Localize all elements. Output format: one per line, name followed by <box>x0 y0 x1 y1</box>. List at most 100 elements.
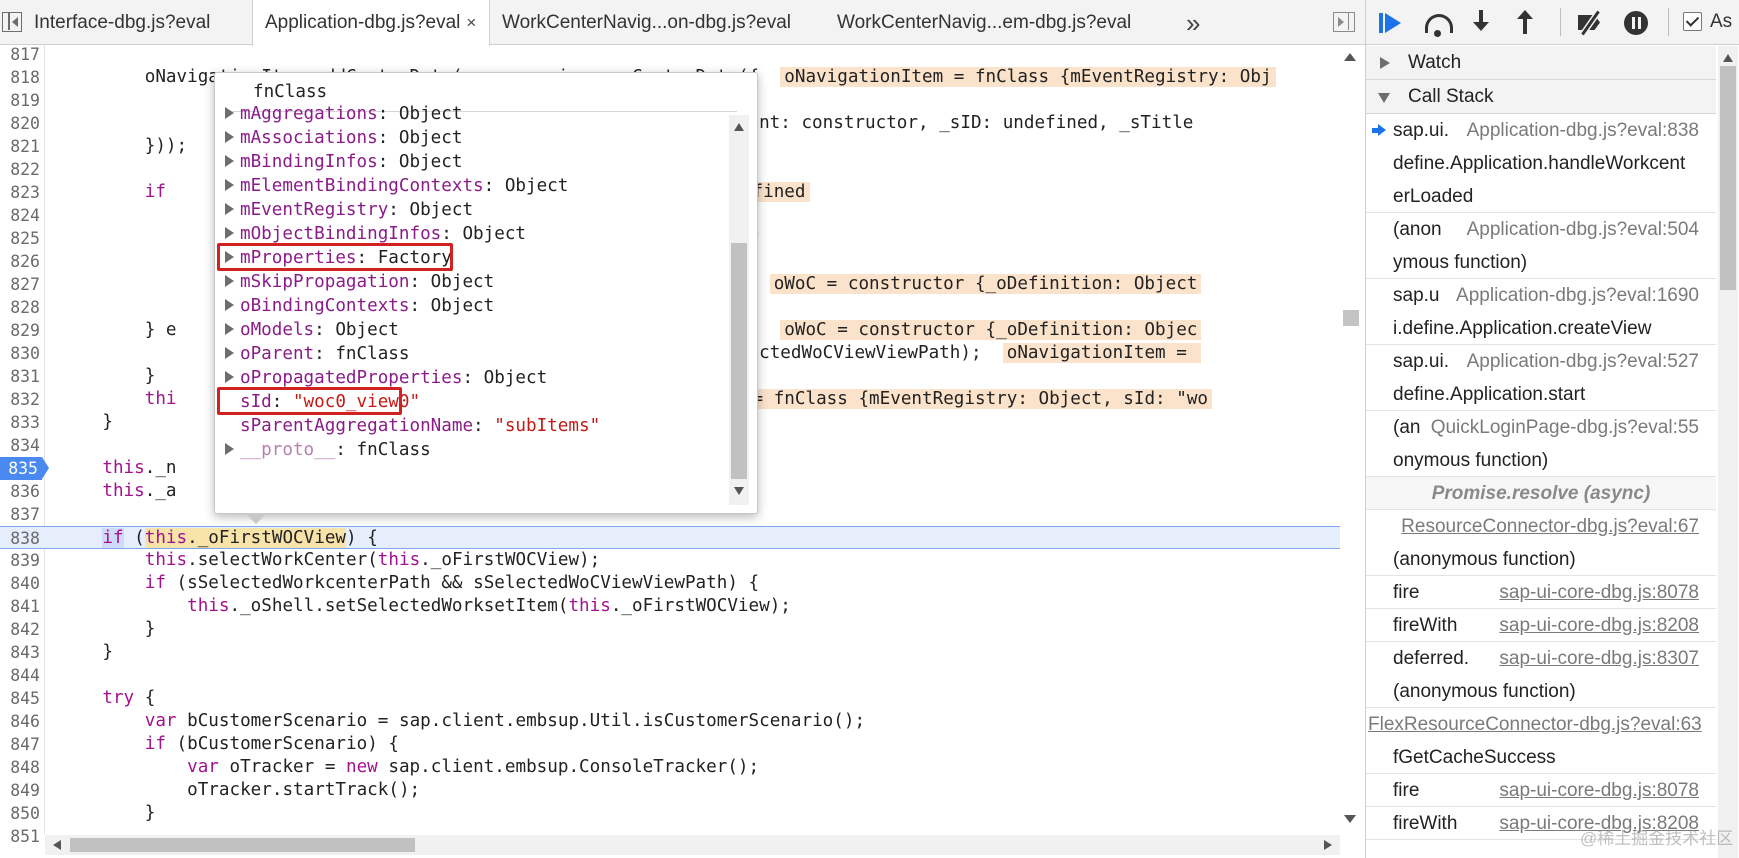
property-row-mElementBindingContexts[interactable]: mElementBindingContexts: Object <box>225 173 568 199</box>
scroll-right-arrow-icon[interactable] <box>1324 840 1332 850</box>
expand-triangle-icon[interactable] <box>225 203 234 215</box>
tab-2[interactable]: Application-dbg.js?eval × <box>252 0 490 46</box>
frame-location-link[interactable]: sap-ui-core-dbg.js:8078 <box>1499 576 1699 609</box>
scroll-down-arrow-icon[interactable] <box>1344 815 1356 823</box>
property-row-mSkipPropagation[interactable]: mSkipPropagation: Object <box>225 269 494 295</box>
line-number[interactable]: 844 <box>0 664 40 687</box>
line-number[interactable]: 823 <box>0 181 40 204</box>
scroll-thumb[interactable] <box>1343 310 1359 326</box>
line-number[interactable]: 830 <box>0 342 40 365</box>
line-number[interactable]: 838 <box>0 527 40 550</box>
line-number[interactable]: 845 <box>0 687 40 710</box>
line-number[interactable]: 840 <box>0 572 40 595</box>
line-number[interactable]: 828 <box>0 296 40 319</box>
tab-1[interactable]: Interface-dbg.js?eval <box>22 0 252 45</box>
line-number[interactable]: 829 <box>0 319 40 342</box>
line-number[interactable]: 819 <box>0 89 40 112</box>
close-icon[interactable]: × <box>466 0 476 46</box>
sidebar-scrollbar[interactable] <box>1718 46 1738 858</box>
tab-4[interactable]: WorkCenterNavig...em-dbg.js?eval <box>825 0 1145 45</box>
frame-location-link[interactable]: ResourceConnector-dbg.js?eval:67 <box>1401 510 1699 543</box>
call-frame[interactable]: sap.u Application-dbg.js?eval:1690 i.defin… <box>1366 279 1716 345</box>
call-frame[interactable]: (an QuickLoginPage-dbg.js?eval:55 onymous … <box>1366 411 1716 477</box>
frame-location-link[interactable]: Application-dbg.js?eval:527 <box>1467 345 1699 378</box>
call-frame[interactable]: sap.ui. Application-dbg.js?eval:838 define… <box>1366 114 1716 213</box>
watch-section-header[interactable]: Watch <box>1366 46 1716 80</box>
async-checkbox[interactable] <box>1683 12 1702 31</box>
line-number[interactable]: 837 <box>0 503 40 526</box>
scroll-thumb[interactable] <box>70 838 415 852</box>
expand-triangle-icon[interactable] <box>225 107 234 119</box>
line-number[interactable]: 825 <box>0 227 40 250</box>
call-frame[interactable]: (anon Application-dbg.js?eval:504 ymous fu… <box>1366 213 1716 279</box>
deactivate-breakpoints-icon[interactable] <box>1574 6 1608 40</box>
line-number[interactable]: 833 <box>0 411 40 434</box>
resume-icon[interactable] <box>1376 6 1410 40</box>
line-number[interactable]: 851 <box>0 825 40 848</box>
toggle-debugger-icon[interactable] <box>1333 12 1355 32</box>
scroll-thumb[interactable] <box>1720 66 1736 290</box>
line-number[interactable]: 847 <box>0 733 40 756</box>
property-row-mAggregations[interactable]: mAggregations: Object <box>225 101 462 127</box>
line-number[interactable]: 817 <box>0 45 40 66</box>
frame-location-link[interactable]: sap-ui-core-dbg.js:8208 <box>1499 609 1699 642</box>
breakpoint-line-number[interactable]: 835 <box>0 457 42 480</box>
pause-on-exceptions-icon[interactable] <box>1620 6 1654 40</box>
expand-triangle-icon[interactable] <box>225 179 234 191</box>
call-frame[interactable]: FlexResourceConnector-dbg.js?eval:63 fGet… <box>1366 708 1716 774</box>
scroll-up-arrow-icon[interactable] <box>1723 54 1733 62</box>
line-number[interactable]: 843 <box>0 641 40 664</box>
scroll-left-arrow-icon[interactable] <box>53 840 61 850</box>
line-number[interactable]: 831 <box>0 365 40 388</box>
scroll-up-arrow-icon[interactable] <box>1344 53 1356 61</box>
call-frame[interactable]: ResourceConnector-dbg.js?eval:67 (anonymo… <box>1366 510 1716 576</box>
property-row-oBindingContexts[interactable]: oBindingContexts: Object <box>225 293 494 319</box>
frame-location-link[interactable]: Application-dbg.js?eval:838 <box>1467 114 1699 147</box>
frame-location-link[interactable]: sap-ui-core-dbg.js:8078 <box>1499 774 1699 807</box>
frame-location-link[interactable]: QuickLoginPage-dbg.js?eval:55 <box>1431 411 1699 444</box>
expand-triangle-icon[interactable] <box>225 227 234 239</box>
line-number[interactable]: 836 <box>0 480 40 503</box>
popover-scrollbar[interactable] <box>729 115 749 505</box>
expand-triangle-icon[interactable] <box>225 371 234 383</box>
more-tabs-button[interactable]: » <box>1186 8 1201 39</box>
line-number[interactable]: 841 <box>0 595 40 618</box>
frame-location-link[interactable]: Application-dbg.js?eval:504 <box>1467 213 1699 246</box>
call-frame[interactable]: fireWith sap-ui-core-dbg.js:8208 <box>1366 609 1716 642</box>
property-row-proto[interactable]: __proto__: fnClass <box>225 437 431 463</box>
line-number[interactable]: 822 <box>0 158 40 181</box>
line-number[interactable]: 832 <box>0 388 40 411</box>
line-number[interactable]: 818 <box>0 66 40 89</box>
line-number[interactable]: 826 <box>0 250 40 273</box>
line-number[interactable]: 824 <box>0 204 40 227</box>
tab-3[interactable]: WorkCenterNavig...on-dbg.js?eval <box>490 0 825 45</box>
expand-triangle-icon[interactable] <box>225 443 234 455</box>
frame-location-link[interactable]: FlexResourceConnector-dbg.js?eval:63 <box>1368 708 1702 741</box>
scroll-down-arrow-icon[interactable] <box>734 487 744 495</box>
frame-location-link[interactable]: sap-ui-core-dbg.js:8307 <box>1499 642 1699 675</box>
property-row-oModels[interactable]: oModels: Object <box>225 317 399 343</box>
expand-triangle-icon[interactable] <box>225 323 234 335</box>
call-frame[interactable]: deferred. sap-ui-core-dbg.js:8307 (anonymo… <box>1366 642 1716 708</box>
step-out-icon[interactable] <box>1508 6 1542 40</box>
property-row-mEventRegistry[interactable]: mEventRegistry: Object <box>225 197 473 223</box>
line-number[interactable]: 842 <box>0 618 40 641</box>
step-into-icon[interactable] <box>1464 6 1498 40</box>
breakpoint-marker-icon[interactable] <box>42 457 49 479</box>
expand-triangle-icon[interactable] <box>225 131 234 143</box>
line-number[interactable]: 839 <box>0 549 40 572</box>
editor-vertical-scrollbar[interactable] <box>1340 45 1362 835</box>
property-row-oParent[interactable]: oParent: fnClass <box>225 341 410 367</box>
scroll-up-arrow-icon[interactable] <box>734 123 744 131</box>
line-number[interactable]: 834 <box>0 434 40 457</box>
expand-triangle-icon[interactable] <box>225 347 234 359</box>
call-frame[interactable]: fire sap-ui-core-dbg.js:8078 <box>1366 774 1716 807</box>
toggle-navigator-icon[interactable] <box>2 12 22 32</box>
line-number[interactable]: 850 <box>0 802 40 825</box>
property-row-mAssociations[interactable]: mAssociations: Object <box>225 125 462 151</box>
line-number[interactable]: 820 <box>0 112 40 135</box>
call-frame[interactable]: sap.ui. Application-dbg.js?eval:527 define… <box>1366 345 1716 411</box>
call-frame[interactable]: fire sap-ui-core-dbg.js:8078 <box>1366 576 1716 609</box>
scroll-thumb[interactable] <box>731 243 747 479</box>
property-row-mBindingInfos[interactable]: mBindingInfos: Object <box>225 149 462 175</box>
